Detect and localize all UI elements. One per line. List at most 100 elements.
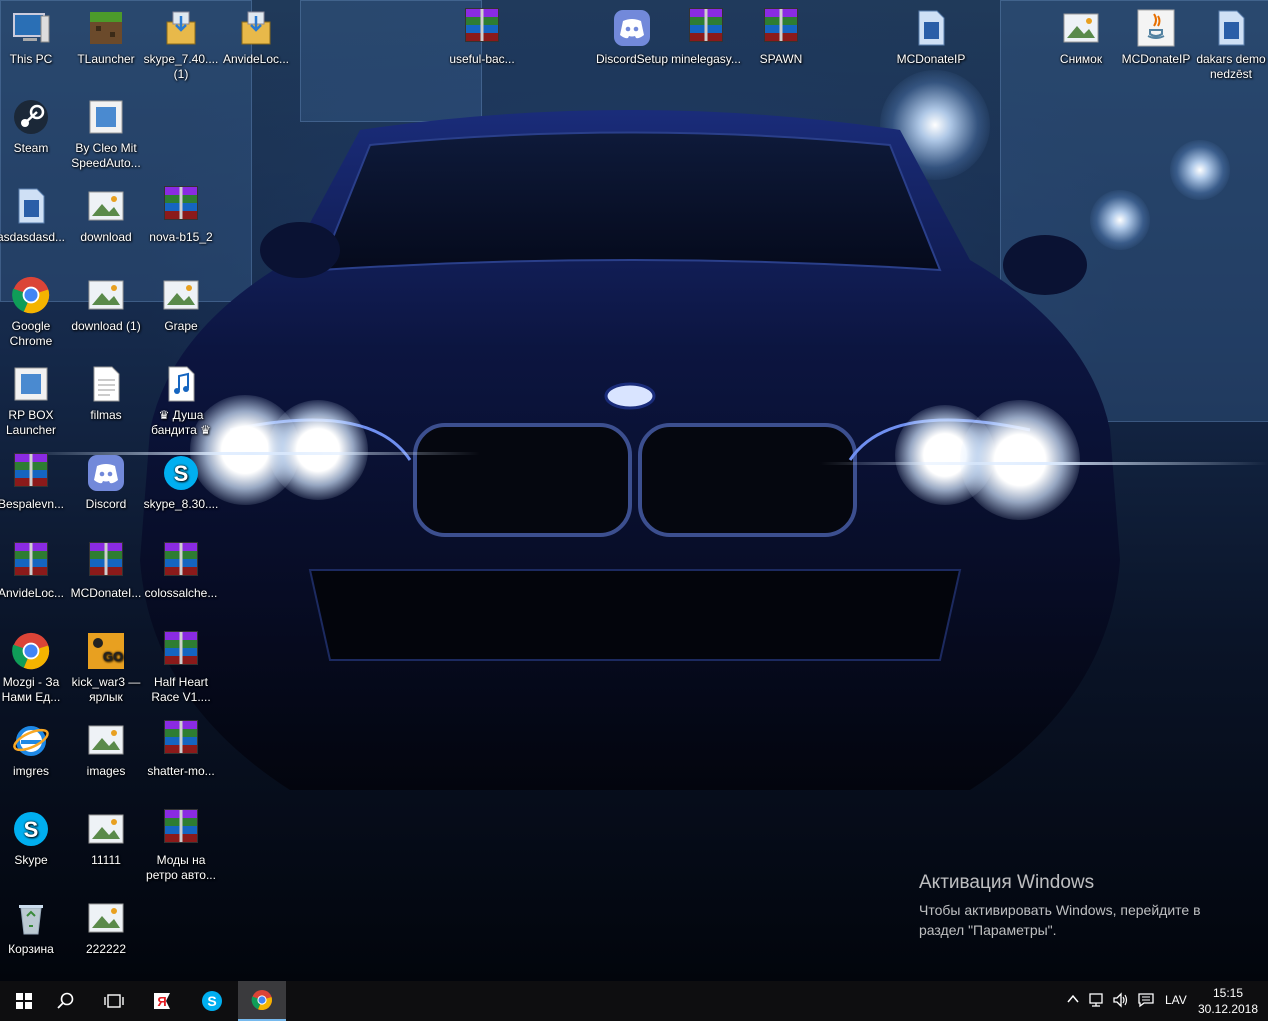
desktop-icon[interactable]: colossalche... bbox=[143, 539, 219, 601]
file-icon bbox=[11, 186, 51, 226]
desktop[interactable]: This PC TLauncher skype_7.40.... (1) Anvide… bbox=[0, 0, 1268, 981]
desktop-icon-label: Grape bbox=[164, 319, 198, 333]
java-icon bbox=[1136, 8, 1176, 48]
desktop-icon[interactable]: 11111 bbox=[68, 806, 144, 868]
desktop-icon-label: skype_7.40.... (1) bbox=[143, 52, 219, 81]
desktop-icon[interactable]: Google Chrome bbox=[0, 272, 69, 349]
desktop-icon-label: dakars demo nedzēst bbox=[1196, 52, 1266, 81]
desktop-icon[interactable]: useful-bac... bbox=[444, 5, 520, 67]
desktop-icon[interactable]: ♛ Душа бандита ♛ bbox=[143, 361, 219, 438]
image-icon bbox=[86, 186, 126, 226]
desktop-icon[interactable]: Корзина bbox=[0, 895, 69, 957]
desktop-icon-label: nova-b15_2 bbox=[149, 230, 213, 244]
svg-text:S: S bbox=[24, 817, 39, 842]
system-clock[interactable]: 15:15 30.12.2018 bbox=[1196, 985, 1260, 1017]
search-icon bbox=[57, 992, 74, 1009]
desktop-icon-label: skype_8.30.... bbox=[143, 497, 219, 511]
svg-text:S: S bbox=[174, 461, 189, 486]
desktop-icon[interactable]: dakars demo nedzēst bbox=[1193, 5, 1268, 82]
desktop-icon[interactable]: This PC bbox=[0, 5, 69, 67]
shortcut-icon bbox=[11, 364, 51, 404]
windows-logo-icon bbox=[16, 993, 32, 1009]
desktop-icon-label: This PC bbox=[9, 52, 53, 66]
desktop-icon-label: Half Heart Race V1.... bbox=[151, 675, 211, 704]
skype-installer-icon: S bbox=[161, 453, 201, 493]
desktop-icon-label: minelegasy... bbox=[671, 52, 741, 66]
desktop-icon[interactable]: By Cleo Mit SpeedAuto... bbox=[68, 94, 144, 171]
desktop-icon-label: SPAWN bbox=[759, 52, 803, 66]
desktop-icon[interactable]: MCDonateIP bbox=[1118, 5, 1194, 67]
action-center-icon[interactable] bbox=[1137, 992, 1155, 1010]
desktop-icon[interactable]: MCDonateIP bbox=[893, 5, 969, 67]
installer-icon bbox=[161, 8, 201, 48]
desktop-icon[interactable]: S Skype bbox=[0, 806, 69, 868]
task-view-icon bbox=[104, 994, 124, 1008]
search-button[interactable] bbox=[42, 981, 90, 1021]
start-button[interactable] bbox=[0, 981, 48, 1021]
desktop-icon[interactable]: minelegasy... bbox=[668, 5, 744, 67]
desktop-icon[interactable]: Моды на ретро авто... bbox=[143, 806, 219, 883]
desktop-icon[interactable]: imgres bbox=[0, 717, 69, 779]
desktop-icon[interactable]: Снимок bbox=[1043, 5, 1119, 67]
chrome-icon bbox=[251, 990, 272, 1011]
desktop-icon[interactable]: download bbox=[68, 183, 144, 245]
desktop-icon[interactable]: Grape bbox=[143, 272, 219, 334]
desktop-icon-label: TLauncher bbox=[77, 52, 135, 66]
desktop-icon-label: Снимок bbox=[1059, 52, 1103, 66]
mp3-icon bbox=[161, 364, 201, 404]
desktop-icon[interactable]: Sskype_8.30.... bbox=[143, 450, 219, 512]
desktop-icon[interactable]: Bespalevn... bbox=[0, 450, 69, 512]
windows-activation-watermark: Активация Windows Чтобы активировать Win… bbox=[919, 872, 1239, 940]
desktop-icon[interactable]: asdasdasd... bbox=[0, 183, 69, 245]
input-language-indicator[interactable]: LAV bbox=[1165, 993, 1187, 1007]
desktop-icon[interactable]: GO kick_war3 — ярлык bbox=[68, 628, 144, 705]
winrar-archive-icon bbox=[161, 809, 201, 849]
desktop-icon[interactable]: SPAWN bbox=[743, 5, 819, 67]
desktop-icon[interactable]: Discord bbox=[68, 450, 144, 512]
desktop-icon[interactable]: Mozgi - За Нами Ед... bbox=[0, 628, 69, 705]
desktop-icon[interactable]: 222222 bbox=[68, 895, 144, 957]
desktop-icon[interactable]: AnvideLoc... bbox=[218, 5, 294, 67]
volume-icon[interactable] bbox=[1112, 992, 1130, 1010]
desktop-icon-label: By Cleo Mit SpeedAuto... bbox=[71, 141, 141, 170]
desktop-icon[interactable]: AnvideLoc... bbox=[0, 539, 69, 601]
desktop-icon[interactable]: skype_7.40.... (1) bbox=[143, 5, 219, 82]
desktop-icon[interactable]: filmas bbox=[68, 361, 144, 423]
desktop-icon-label: AnvideLoc... bbox=[0, 586, 65, 600]
winrar-archive-icon bbox=[161, 631, 201, 671]
image-icon bbox=[86, 275, 126, 315]
desktop-icon[interactable]: nova-b15_2 bbox=[143, 183, 219, 245]
task-view-button[interactable] bbox=[90, 981, 138, 1021]
desktop-icon-label: Моды на ретро авто... bbox=[146, 853, 216, 882]
desktop-icon-label: colossalche... bbox=[144, 586, 218, 600]
winrar-archive-icon bbox=[86, 542, 126, 582]
yandex-icon: Я bbox=[154, 993, 170, 1009]
desktop-icon[interactable]: download (1) bbox=[68, 272, 144, 334]
desktop-icon[interactable]: TLauncher bbox=[68, 5, 144, 67]
file-icon bbox=[1211, 8, 1251, 48]
desktop-icon[interactable]: RP BOX Launcher bbox=[0, 361, 69, 438]
image-icon bbox=[86, 720, 126, 760]
skype-button[interactable]: S bbox=[188, 981, 236, 1021]
text-file-icon bbox=[86, 364, 126, 404]
desktop-icon[interactable]: Steam bbox=[0, 94, 69, 156]
network-icon[interactable] bbox=[1088, 992, 1106, 1010]
tlauncher-icon bbox=[86, 8, 126, 48]
desktop-icon[interactable]: DiscordSetup bbox=[594, 5, 670, 67]
desktop-icon-label: RP BOX Launcher bbox=[5, 408, 57, 437]
desktop-icon-label: 222222 bbox=[85, 942, 127, 956]
show-hidden-icons-chevron-up-icon[interactable] bbox=[1064, 992, 1082, 1010]
desktop-icon-label: Bespalevn... bbox=[0, 497, 65, 511]
desktop-icon[interactable]: images bbox=[68, 717, 144, 779]
desktop-icon-label: asdasdasd... bbox=[0, 230, 66, 244]
ie-icon bbox=[11, 720, 51, 760]
chrome-button[interactable] bbox=[238, 981, 286, 1021]
desktop-icon[interactable]: MCDonateI... bbox=[68, 539, 144, 601]
desktop-icon-label: filmas bbox=[90, 408, 122, 422]
yandex-browser-button[interactable]: Я bbox=[138, 981, 186, 1021]
desktop-icon[interactable]: shatter-mo... bbox=[143, 717, 219, 779]
desktop-icon-label: MCDonateI... bbox=[70, 586, 142, 600]
chrome-icon bbox=[11, 275, 51, 315]
desktop-icon[interactable]: Half Heart Race V1.... bbox=[143, 628, 219, 705]
desktop-icon-label: images bbox=[86, 764, 126, 778]
